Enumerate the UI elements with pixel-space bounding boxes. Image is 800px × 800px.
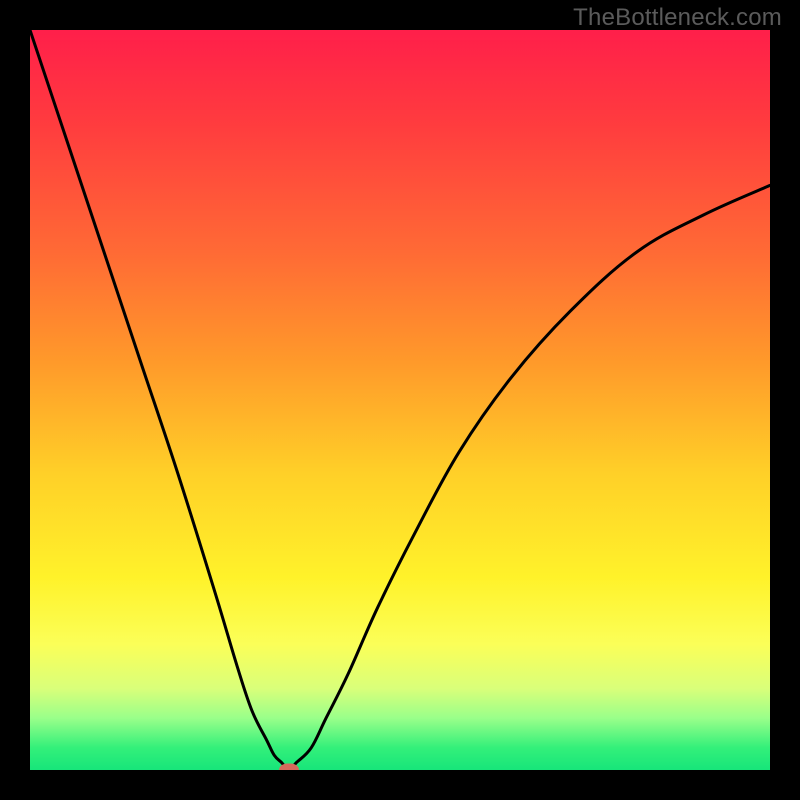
- chart-frame: TheBottleneck.com: [0, 0, 800, 800]
- curve-layer: [30, 30, 770, 770]
- optimal-point-dot: [279, 764, 299, 771]
- bottleneck-curve: [30, 30, 770, 770]
- watermark-text: TheBottleneck.com: [573, 4, 782, 32]
- plot-area: [30, 30, 770, 770]
